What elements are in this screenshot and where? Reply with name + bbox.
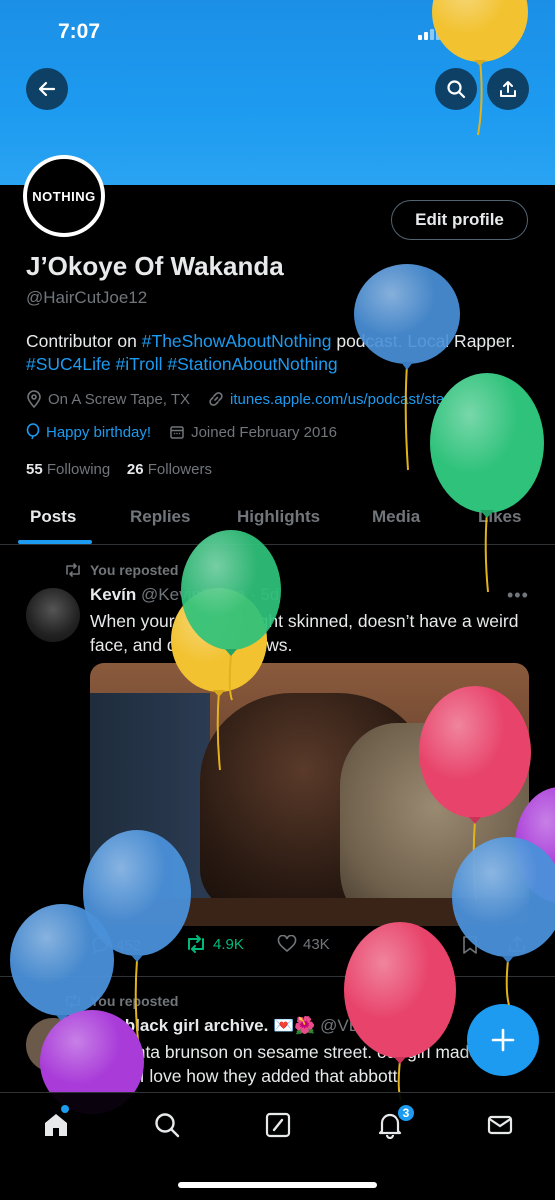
balloon-icon [26,423,40,440]
following-label: Following [46,461,111,478]
tab-media[interactable]: Media [372,507,420,527]
link-icon [209,392,223,406]
post-author-avatar[interactable] [26,1018,80,1072]
reply-count: 452 [116,936,142,954]
nav-search[interactable] [151,1109,183,1141]
views-count: 2M [396,935,417,953]
tab-posts[interactable]: Posts [30,507,76,527]
grok-icon [265,1112,291,1138]
like-count: 43K [303,935,330,953]
bookmark-button[interactable] [462,935,478,955]
notifications-badge: 3 [396,1103,416,1123]
profile-location: On A Screw Tape, TX [48,390,191,408]
bookmark-icon [463,936,477,954]
repost-button[interactable]: 4.9K [185,935,244,953]
avatar-logo-text: NOTHING [32,188,96,204]
like-button[interactable]: 43K [277,935,330,953]
post-divider [0,976,555,977]
post-handle-time: @KevinStage · 5d [141,585,280,604]
profile-link[interactable]: itunes.apple.com/us/podcast/sta... [230,391,457,408]
profile-handle: @HairCutJoe12 [26,288,148,307]
nav-home[interactable] [40,1109,72,1141]
birthday-text[interactable]: Happy birthday! [46,424,151,441]
nav-messages[interactable] [484,1109,516,1141]
followers-count: 26 [126,461,144,478]
views-button[interactable]: 2M [372,935,417,953]
search-icon [447,80,466,99]
post-header: Kevín @KevinStage · 5d [90,585,279,605]
followers-link[interactable]: 26 Followers [127,461,212,478]
following-count: 55 [26,461,43,478]
nav-grok[interactable] [262,1109,294,1141]
hashtag-link[interactable]: #iTroll [116,354,163,374]
repost-icon [188,935,204,953]
compose-post-button[interactable] [467,1004,539,1076]
profile-name: J’Okoye Of Wakanda [26,251,284,281]
home-indicator [178,1182,377,1188]
bio-text: podcast. Local Rapper. [331,331,516,351]
cellular-signal-icon [418,26,440,40]
profile-avatar[interactable]: NOTHING [23,155,105,237]
following-link[interactable]: 55 Following [26,461,110,478]
status-bar: 7:07 [0,18,555,48]
home-icon [45,1114,67,1136]
wifi-icon [454,25,474,40]
arrow-left-icon [38,81,56,97]
repost-count: 4.9K [213,935,244,953]
post-image[interactable] [90,663,529,926]
repost-header: You reposted [64,993,178,1009]
repost-label: You reposted [90,993,179,1009]
post-handle-time: @VERON... · 6 [320,1016,437,1035]
more-options-icon[interactable]: ••• [507,585,529,606]
hashtag-link[interactable]: #StationAboutNothing [167,354,337,374]
plus-icon [491,1028,515,1052]
post-author-name[interactable]: Kevín [90,585,136,604]
bio-text: Contributor on [26,331,142,351]
profile-tabs: Posts Replies Highlights Media Likes [0,495,555,545]
repost-icon [66,563,80,577]
repost-label: You reposted [90,562,179,578]
back-button[interactable] [26,68,68,110]
followers-label: Followers [147,461,212,478]
hashtag-link[interactable]: #TheShowAboutNothing [142,331,332,351]
status-time: 7:07 [58,20,101,43]
follow-counts: 55 Following 26 Followers [26,461,212,478]
post-author-name[interactable]: 𝒦. | black girl archive. 💌🌺 [90,1016,315,1035]
repost-icon [66,994,80,1008]
search-button[interactable] [435,68,477,110]
post-actions: 452 4.9K 43K 2M [90,935,530,961]
battery-icon [484,26,519,41]
reply-button[interactable]: 452 [90,935,141,955]
search-icon [155,1113,180,1138]
share-button[interactable] [487,68,529,110]
share-icon [500,81,516,97]
calendar-icon [170,426,184,439]
share-icon [509,936,525,952]
edit-profile-button[interactable]: Edit profile [391,200,528,240]
profile-bio: Contributor on #TheShowAboutNothing podc… [26,330,526,376]
post-header: 𝒦. | black girl archive. 💌🌺 @VERON... · … [90,1016,437,1036]
post-text: When your wife isn't light skinned, does… [90,611,519,655]
tab-replies[interactable]: Replies [130,507,190,527]
post-text: — quinta brunson on sesame street. our g… [90,1042,493,1086]
joined-date: Joined February 2016 [191,423,337,441]
profile-location-row: On A Screw Tape, TX itunes.apple.com/us/… [26,390,457,408]
profile-dates-row: Happy birthday! Joined February 2016 [26,423,337,441]
tab-highlights[interactable]: Highlights [237,507,320,527]
share-post-button[interactable] [508,935,526,953]
reply-icon [92,936,108,955]
views-icon [374,938,388,952]
repost-header: You reposted [64,562,178,578]
tab-likes[interactable]: Likes [478,507,521,527]
mail-icon [487,1115,513,1135]
post-author-avatar[interactable] [26,588,80,642]
hashtag-link[interactable]: #SUC4Life [26,354,111,374]
active-tab-indicator [18,540,92,544]
heart-icon [277,935,297,953]
location-pin-icon [27,390,41,408]
